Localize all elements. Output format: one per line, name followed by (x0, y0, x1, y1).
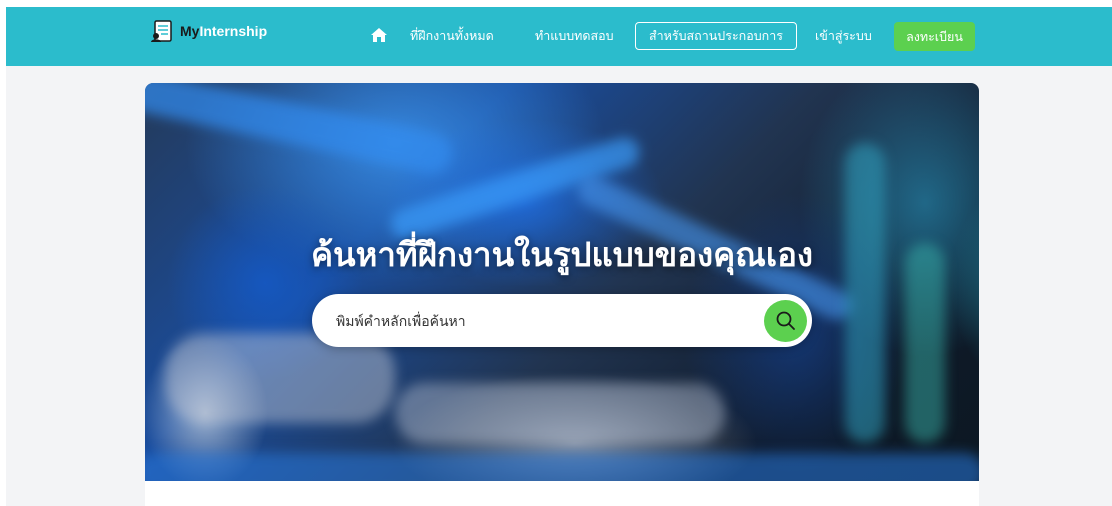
register-button[interactable]: ลงทะเบียน (894, 22, 975, 51)
nav-for-companies-button[interactable]: สำหรับสถานประกอบการ (635, 22, 797, 50)
search-button[interactable] (764, 300, 807, 342)
nav-take-test[interactable]: ทำแบบทดสอบ (535, 27, 614, 45)
hero-image-decoration (845, 143, 885, 443)
hero-banner: ค้นหาที่ฝึกงานในรูปแบบของคุณเอง (145, 83, 979, 481)
nav-login[interactable]: เข้าสู่ระบบ (815, 27, 872, 45)
hero-image-decoration (145, 83, 456, 177)
hero-title: ค้นหาที่ฝึกงานในรูปแบบของคุณเอง (310, 236, 814, 273)
nav-all-internships[interactable]: ที่ฝึกงานทั้งหมด (410, 27, 494, 45)
brand-logo[interactable]: MyInternship (150, 17, 267, 45)
home-icon[interactable] (370, 27, 388, 43)
hero-image-decoration (395, 383, 725, 443)
search-input[interactable] (336, 294, 736, 347)
content-card (145, 481, 979, 506)
brand-name: MyInternship (180, 23, 268, 39)
search-icon (776, 311, 795, 330)
top-strip (0, 0, 1112, 7)
search-bar (312, 294, 812, 347)
document-person-icon (151, 20, 172, 42)
hero-image-decoration (145, 453, 979, 481)
